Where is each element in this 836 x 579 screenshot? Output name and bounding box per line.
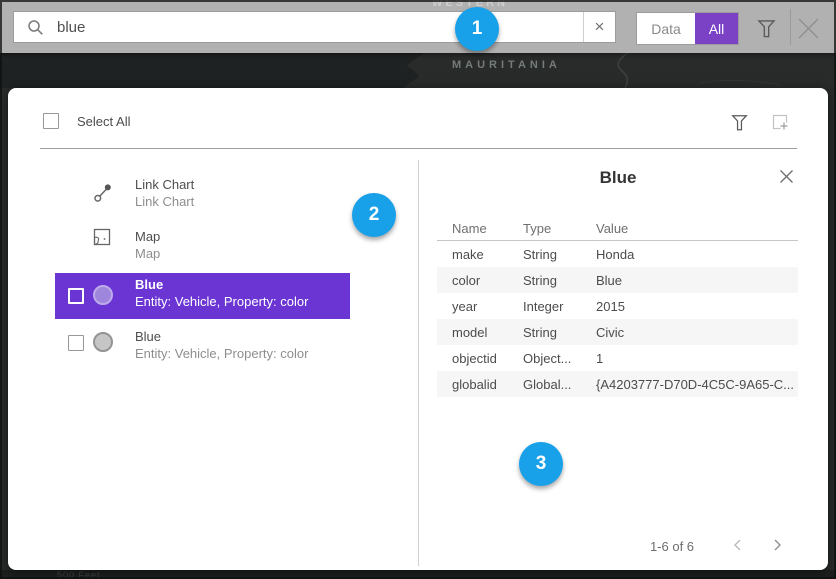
cell-name: objectid — [452, 351, 497, 366]
search-results-dialog: Select All Link Chart Link Char — [8, 88, 828, 570]
details-title: Blue — [418, 168, 818, 188]
cell-name: globalid — [452, 377, 497, 392]
table-row: color String Blue — [437, 267, 798, 293]
toolbar-close-button[interactable] — [794, 14, 822, 42]
scope-all-button[interactable]: All — [695, 13, 738, 44]
toolbar-filter-button[interactable] — [754, 16, 778, 40]
filter-funnel-icon — [731, 113, 748, 132]
close-icon — [779, 169, 794, 184]
close-icon — [797, 17, 820, 40]
cell-name: color — [452, 273, 480, 288]
chevron-left-icon — [732, 538, 743, 552]
result-checkbox[interactable] — [68, 288, 84, 304]
map-label-mauritania: MAURITANIA — [452, 59, 561, 71]
screen: MAURITANIA 500 Feet WESTERN × Data All — [0, 0, 836, 579]
table-row: globalid Global... {A4203777-D70D-4C5C-9… — [437, 371, 798, 397]
table-row: make String Honda — [437, 241, 798, 267]
list-details-divider — [418, 160, 419, 566]
cell-type: Global... — [523, 377, 571, 392]
table-row: year Integer 2015 — [437, 293, 798, 319]
next-page-button[interactable] — [765, 533, 789, 557]
map-scale-label: 500 Feet — [57, 570, 101, 579]
cell-value: {A4203777-D70D-4C5C-9A65-C... — [596, 377, 794, 392]
result-subtitle: Entity: Vehicle, Property: color — [135, 294, 308, 309]
result-subtitle: Link Chart — [135, 194, 194, 209]
search-toolbar: WESTERN × Data All — [0, 0, 836, 53]
select-all-label: Select All — [77, 114, 130, 129]
column-header-type: Type — [523, 221, 551, 236]
result-subtitle: Entity: Vehicle, Property: color — [135, 346, 308, 361]
map-bottom-strip — [0, 570, 836, 579]
cell-value: Blue — [596, 273, 622, 288]
entity-swatch — [93, 332, 113, 352]
properties-table: Name Type Value make String Honda color … — [437, 218, 798, 397]
add-to-selection-icon — [770, 112, 790, 132]
cell-type: String — [523, 273, 557, 288]
annotation-badge-1: 1 — [455, 7, 499, 51]
clear-search-button[interactable]: × — [583, 12, 615, 42]
map-icon — [92, 227, 112, 247]
map-border-line — [0, 53, 836, 88]
search-input[interactable] — [44, 19, 583, 36]
result-title: Blue — [135, 329, 161, 344]
scope-toggle: Data All — [636, 12, 739, 45]
table-row: model String Civic — [437, 319, 798, 345]
result-title: Map — [135, 229, 160, 244]
toolbar-divider — [790, 9, 791, 45]
filter-funnel-icon — [757, 18, 776, 39]
scope-data-button[interactable]: Data — [637, 13, 695, 44]
annotation-badge-2: 2 — [352, 193, 396, 237]
table-header: Name Type Value — [437, 218, 798, 240]
add-to-selection-button[interactable] — [768, 110, 792, 134]
result-title: Link Chart — [135, 177, 194, 192]
cell-type: String — [523, 247, 557, 262]
chevron-right-icon — [772, 538, 783, 552]
cell-value: 1 — [596, 351, 603, 366]
link-chart-icon — [92, 182, 114, 204]
details-close-button[interactable] — [774, 164, 798, 188]
cell-name: model — [452, 325, 487, 340]
column-header-name: Name — [452, 221, 487, 236]
cell-type: String — [523, 325, 557, 340]
result-checkbox[interactable] — [68, 335, 84, 351]
cell-value: Honda — [596, 247, 634, 262]
cell-value: 2015 — [596, 299, 625, 314]
prev-page-button[interactable] — [725, 533, 749, 557]
annotation-badge-3: 3 — [519, 442, 563, 486]
select-all-checkbox[interactable] — [43, 113, 59, 129]
header-divider — [40, 148, 797, 149]
results-filter-button[interactable] — [727, 110, 751, 134]
cell-type: Object... — [523, 351, 571, 366]
cell-value: Civic — [596, 325, 624, 340]
search-icon — [27, 19, 44, 36]
cell-name: make — [452, 247, 484, 262]
result-subtitle: Map — [135, 246, 160, 261]
cell-name: year — [452, 299, 477, 314]
entity-swatch — [93, 285, 113, 305]
pagination-label: 1-6 of 6 — [632, 539, 712, 554]
search-input-container: × — [13, 11, 616, 43]
result-title: Blue — [135, 277, 163, 292]
table-row: objectid Object... 1 — [437, 345, 798, 371]
column-header-value: Value — [596, 221, 628, 236]
cell-type: Integer — [523, 299, 563, 314]
